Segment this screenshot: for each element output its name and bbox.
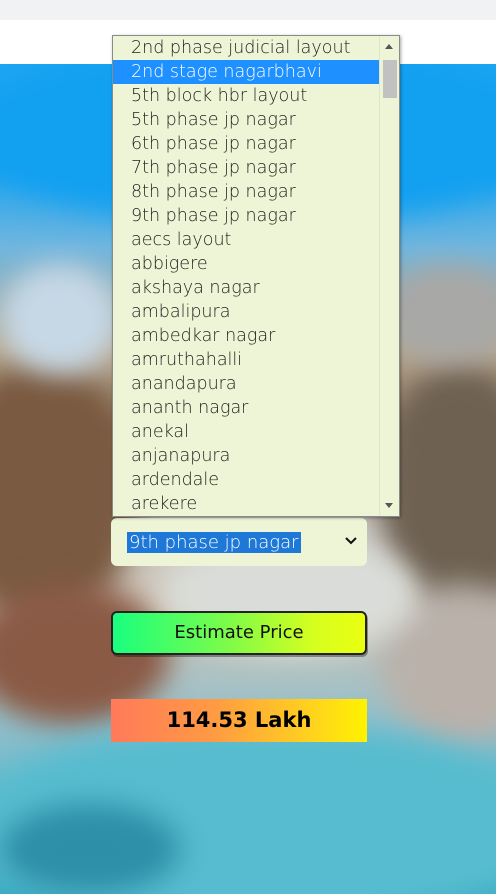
dropdown-option[interactable]: arekere bbox=[113, 492, 380, 516]
dropdown-option[interactable]: 7th phase jp nagar bbox=[113, 156, 380, 180]
dropdown-option[interactable]: 2nd stage nagarbhavi bbox=[113, 60, 380, 84]
dropdown-option[interactable]: 5th phase jp nagar bbox=[113, 108, 380, 132]
dropdown-option[interactable]: 8th phase jp nagar bbox=[113, 180, 380, 204]
estimated-price-result: 114.53 Lakh bbox=[111, 699, 367, 742]
dropdown-option[interactable]: anjanapura bbox=[113, 444, 380, 468]
scroll-up-icon[interactable] bbox=[384, 42, 394, 50]
dropdown-option[interactable]: akshaya nagar bbox=[113, 276, 380, 300]
location-select-value: 9th phase jp nagar bbox=[127, 532, 301, 553]
dropdown-options: 2nd phase judicial layout 2nd stage nagar… bbox=[113, 36, 380, 516]
dropdown-option[interactable]: anekal bbox=[113, 420, 380, 444]
dropdown-option[interactable]: 9th phase jp nagar bbox=[113, 204, 380, 228]
dropdown-option[interactable]: aecs layout bbox=[113, 228, 380, 252]
scrollbar-thumb[interactable] bbox=[383, 60, 397, 98]
dropdown-option[interactable]: ardendale bbox=[113, 468, 380, 492]
dropdown-scrollbar[interactable] bbox=[379, 36, 399, 516]
dropdown-option[interactable]: anandapura bbox=[113, 372, 380, 396]
chevron-down-icon bbox=[345, 537, 357, 545]
dropdown-option[interactable]: abbigere bbox=[113, 252, 380, 276]
dropdown-option[interactable]: 2nd phase judicial layout bbox=[113, 36, 380, 60]
dropdown-option[interactable]: ambalipura bbox=[113, 300, 380, 324]
dropdown-option[interactable]: 5th block hbr layout bbox=[113, 84, 380, 108]
dropdown-option[interactable]: ananth nagar bbox=[113, 396, 380, 420]
browser-top-strip bbox=[0, 0, 496, 20]
estimate-price-button[interactable]: Estimate Price bbox=[111, 611, 367, 655]
location-dropdown-list[interactable]: 2nd phase judicial layout 2nd stage nagar… bbox=[112, 35, 400, 517]
dropdown-option[interactable]: amruthahalli bbox=[113, 348, 380, 372]
dropdown-option[interactable]: 6th phase jp nagar bbox=[113, 132, 380, 156]
location-select[interactable]: 9th phase jp nagar bbox=[111, 518, 367, 566]
scroll-down-icon[interactable] bbox=[384, 502, 394, 510]
dropdown-option[interactable]: ambedkar nagar bbox=[113, 324, 380, 348]
